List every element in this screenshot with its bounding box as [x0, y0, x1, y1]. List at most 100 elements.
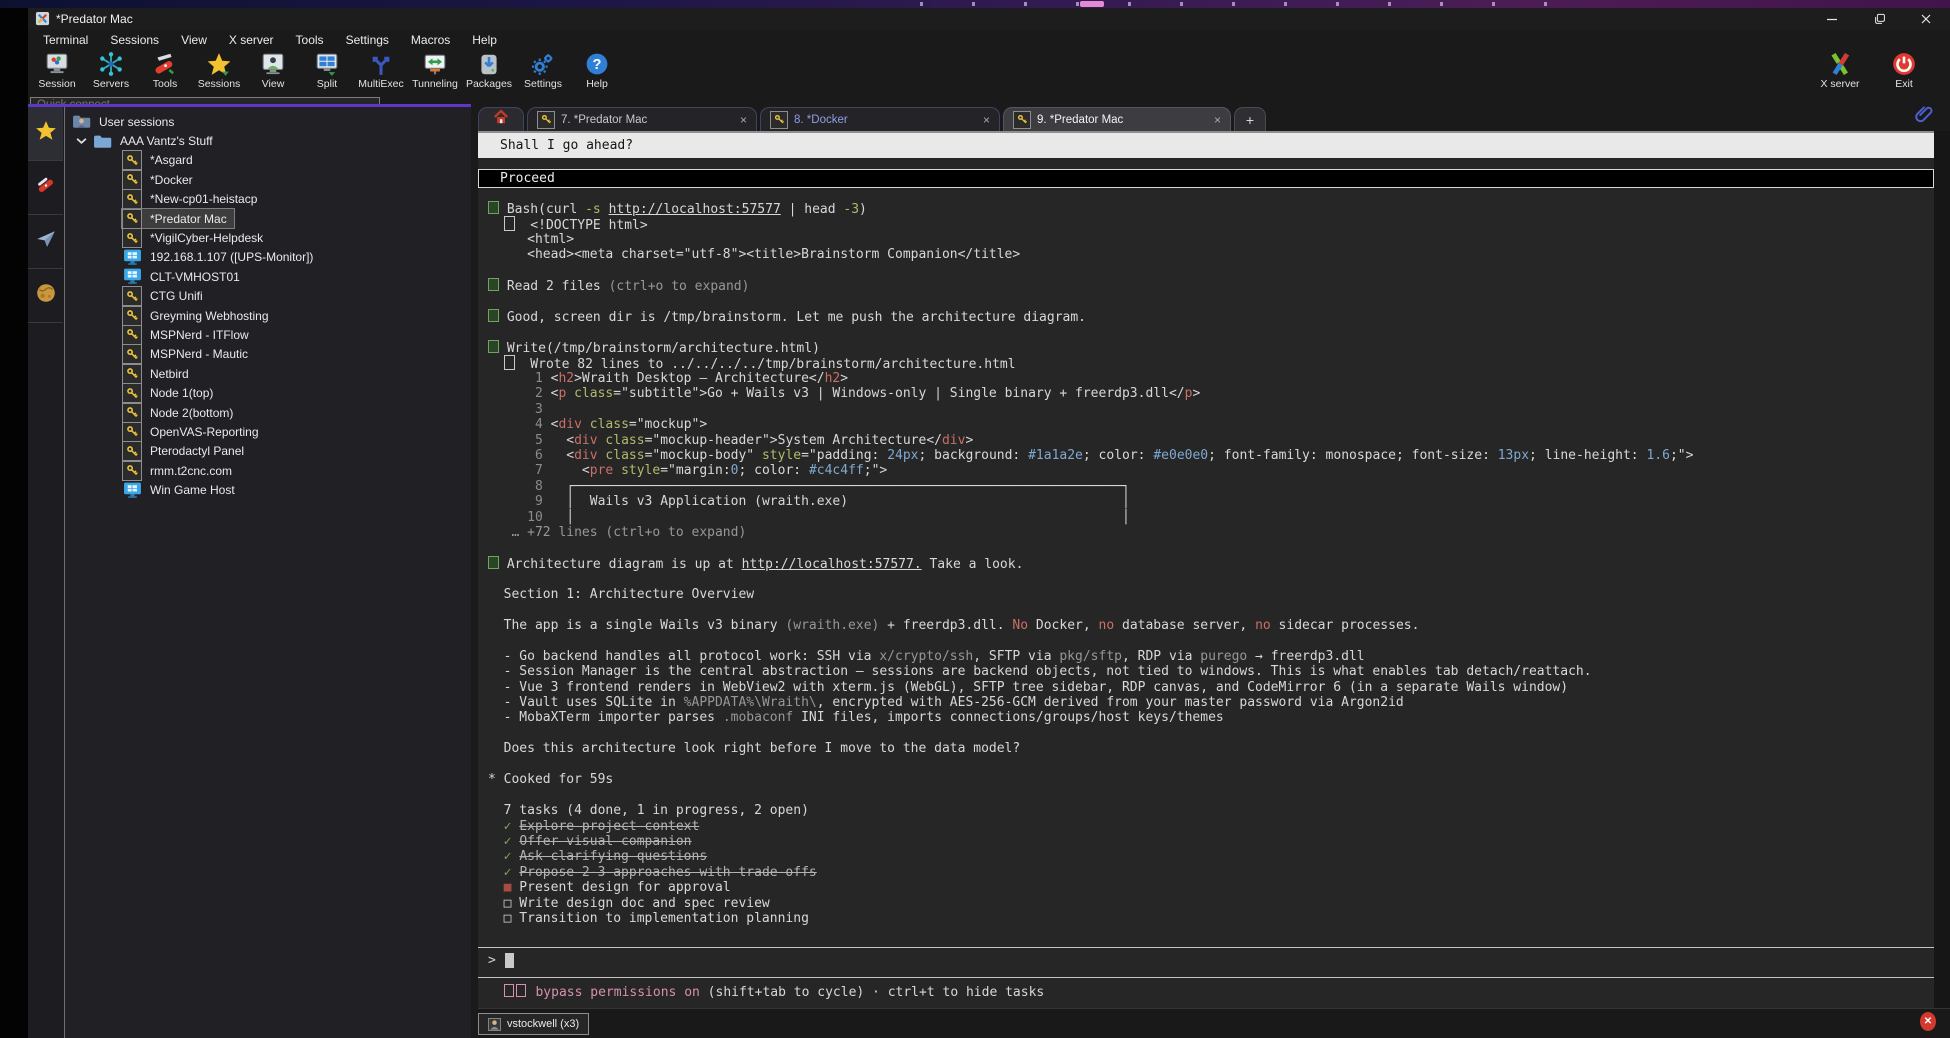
tab-9-predator-mac[interactable]: 9. *Predator Mac ×: [1003, 107, 1231, 131]
tree-item-clt-vmhost01[interactable]: CLT-VMHOST01: [65, 267, 471, 286]
terminal-blank-line: [478, 633, 1934, 648]
assistant-bullet-icon: [488, 556, 499, 569]
tree-item-mspnerd-mautic[interactable]: MSPNerd - Mautic: [65, 345, 471, 364]
proceed-option[interactable]: Proceed: [478, 169, 1934, 188]
tree-item-greyming-webhosting[interactable]: Greyming Webhosting: [65, 306, 471, 325]
maximize-button[interactable]: [1858, 8, 1902, 30]
terminal-text: No: [1012, 618, 1028, 633]
tree-item-openvas-reporting[interactable]: OpenVAS-Reporting: [65, 422, 471, 441]
packages-icon: [476, 50, 503, 77]
tab-7-predator-mac[interactable]: 7. *Predator Mac×: [527, 107, 757, 131]
menu-item-terminal[interactable]: Terminal: [32, 31, 99, 49]
menu-item-sessions[interactable]: Sessions: [99, 31, 170, 49]
toolbar-button-multiexec[interactable]: MultiExec: [354, 49, 408, 95]
toolbar-button-help[interactable]: ?Help: [570, 49, 624, 95]
attachments-icon[interactable]: [1914, 104, 1934, 124]
sidebar-rail-tools[interactable]: [28, 161, 63, 215]
terminal-text: 3: [488, 402, 543, 417]
tree-item-predator-mac[interactable]: *Predator Mac: [65, 209, 471, 228]
terminal-text: 4: [488, 417, 551, 432]
menu-item-x-server[interactable]: X server: [218, 31, 285, 49]
servers-icon: [98, 50, 125, 77]
terminal-text: ="mockup-body": [645, 448, 762, 463]
tree-item-ctg-unifi[interactable]: CTG Unifi: [65, 287, 471, 306]
toolbar-button-exit[interactable]: Exit: [1872, 49, 1936, 90]
tree-item-mspnerd-itflow[interactable]: MSPNerd - ITFlow: [65, 325, 471, 344]
terminal-text: ="subtitle">Go + Wails v3 | Windows-only…: [613, 386, 1184, 401]
terminal-blank-line: [478, 572, 1934, 587]
toolbar-button-servers[interactable]: Servers: [84, 49, 138, 95]
terminal-blank-line: [478, 294, 1934, 309]
terminal-link[interactable]: http://localhost:57577.: [742, 557, 922, 572]
sidebar-rail-sessions[interactable]: [28, 107, 63, 161]
menu-item-view[interactable]: View: [170, 31, 218, 49]
terminal-text: ;">: [1670, 448, 1693, 463]
key-icon: [122, 306, 142, 326]
terminal-line: - MobaXTerm importer parses .mobaconf IN…: [478, 710, 1934, 725]
sidebar-rail-macros[interactable]: [28, 215, 63, 269]
terminal-text: %APPDATA%\Wraith\: [684, 695, 817, 710]
tab-close-icon[interactable]: ×: [983, 113, 990, 127]
terminal-line: - Session Manager is the central abstrac…: [478, 664, 1934, 679]
tab-8-docker[interactable]: 8. *Docker ×: [760, 107, 1000, 131]
tab-close-icon[interactable]: ×: [1214, 113, 1221, 127]
tree-item-win-game-host[interactable]: Win Game Host: [65, 480, 471, 499]
menu-bar: TerminalSessionsViewX serverToolsSetting…: [32, 31, 508, 49]
key-icon: [122, 441, 142, 461]
toolbar-button-tools[interactable]: Tools: [138, 49, 192, 95]
tree-item-label: *Predator Mac: [150, 212, 227, 226]
toolbar-label: X server: [1820, 78, 1859, 90]
tab-label: 8. *Docker: [794, 114, 848, 126]
new-tab-button[interactable]: +: [1234, 107, 1266, 131]
terminal-scrollbar[interactable]: [1934, 131, 1950, 1008]
terminal-text: class: [605, 448, 644, 463]
terminal-text: 0: [731, 463, 739, 478]
terminal[interactable]: Shall I go ahead?Proceed Bash(curl -s ht…: [478, 131, 1934, 1008]
close-button[interactable]: [1904, 8, 1948, 30]
output-marker-icon: [504, 355, 515, 370]
toolbar-button-packages[interactable]: Packages: [462, 49, 516, 95]
user-session-button[interactable]: vstockwell (x3): [478, 1013, 589, 1035]
mobaxterm-window: *Predator Mac TerminalSessionsViewX serv…: [28, 8, 1950, 1038]
key-icon: [122, 189, 142, 209]
tree-item-label: Pterodactyl Panel: [150, 444, 244, 458]
toolbar-button-split[interactable]: Split: [300, 49, 354, 95]
tab-close-icon[interactable]: ×: [740, 113, 747, 127]
toolbar-button-x-server[interactable]: X server: [1808, 49, 1872, 90]
tree-item-node-2-bottom[interactable]: Node 2(bottom): [65, 403, 471, 422]
menu-item-tools[interactable]: Tools: [285, 31, 335, 49]
alert-close-icon[interactable]: ✕: [1920, 1012, 1936, 1031]
tree-item-node-1-top[interactable]: Node 1(top): [65, 383, 471, 402]
tree-item-vigilcyber-helpdesk[interactable]: *VigilCyber-Helpdesk: [65, 228, 471, 247]
tab-home[interactable]: [478, 107, 524, 131]
terminal-link[interactable]: http://localhost:57577: [609, 202, 781, 217]
terminal-text: INI files, imports connections/groups/ho…: [793, 710, 1223, 725]
toolbar-button-settings[interactable]: Settings: [516, 49, 570, 95]
menu-item-settings[interactable]: Settings: [335, 31, 400, 49]
minimize-button[interactable]: [1810, 8, 1854, 30]
toolbar-button-session[interactable]: Session: [30, 49, 84, 95]
tree-item-aaa-vantz-s-stuff[interactable]: AAA Vantz's Stuff: [65, 131, 471, 150]
tree-item-netbird[interactable]: Netbird: [65, 364, 471, 383]
tree-item-asgard[interactable]: *Asgard: [65, 151, 471, 170]
tree-item-192-168-1-107-ups-monitor[interactable]: 192.168.1.107 ([UPS-Monitor]): [65, 248, 471, 267]
tree-item-rmm-t2cnc-com[interactable]: rmm.t2cnc.com: [65, 461, 471, 480]
tree-item-docker[interactable]: *Docker: [65, 170, 471, 189]
menu-item-help[interactable]: Help: [461, 31, 508, 49]
tree-item-core: *Asgard: [122, 151, 200, 170]
tree-item-new-cp01-heistacp[interactable]: *New-cp01-heistacp: [65, 190, 471, 209]
toolbar-button-sessions[interactable]: Sessions: [192, 49, 246, 95]
terminal-line: 2 <p class="subtitle">Go + Wails v3 | Wi…: [478, 386, 1934, 401]
tree-item-core: MSPNerd - Mautic: [122, 345, 255, 364]
tree-item-user-sessions[interactable]: User sessions: [65, 112, 471, 131]
tree-item-pterodactyl-panel[interactable]: Pterodactyl Panel: [65, 442, 471, 461]
toolbar-button-tunneling[interactable]: Tunneling: [408, 49, 462, 95]
prompt-chevron: >: [488, 953, 496, 968]
terminal-text: <head><meta charset="utf-8"><title>Brain…: [488, 247, 1020, 262]
chevron-down-icon[interactable]: [76, 137, 87, 145]
tab-label: 9. *Predator Mac: [1037, 114, 1123, 126]
toolbar-button-view[interactable]: View: [246, 49, 300, 95]
assistant-bullet-icon: [488, 309, 499, 322]
menu-item-macros[interactable]: Macros: [400, 31, 461, 49]
sidebar-rail-remote[interactable]: [28, 269, 63, 323]
